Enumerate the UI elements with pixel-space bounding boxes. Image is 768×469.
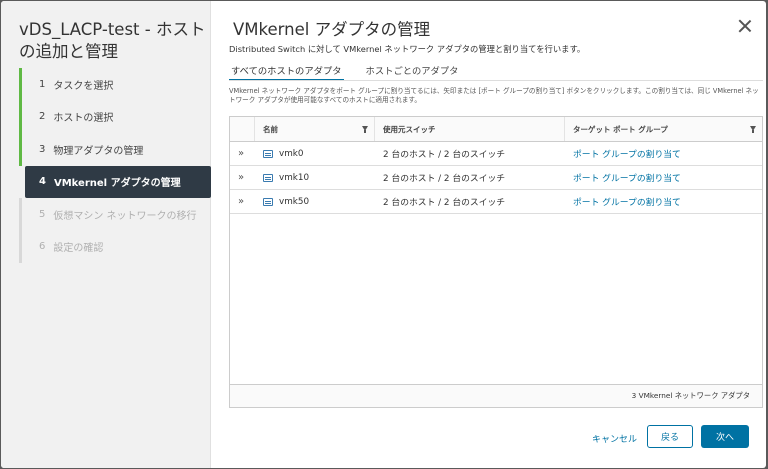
step-label: 仮想マシン ネットワークの移行: [53, 210, 197, 222]
cancel-button[interactable]: キャンセル: [592, 432, 637, 445]
step-number: 4: [39, 176, 46, 188]
step-select-task[interactable]: 1 タスクを選択: [19, 68, 211, 101]
step-ready-to-complete: 6 設定の確認: [19, 230, 211, 263]
switch-cell: 2 台のホスト / 2 台のスイッチ: [383, 198, 506, 208]
wizard-content: VMkernel アダプタの管理 Distributed Switch に対して…: [211, 1, 766, 468]
adapter-name-cell: vmk10: [255, 166, 375, 189]
step-manage-vmkernel-adapters[interactable]: 4 VMkernel アダプタの管理: [25, 165, 211, 198]
table-row[interactable]: » vmk0 2 台のホスト / 2 台のスイッチ ポート グループの割り当て: [230, 142, 762, 166]
item-count: 3 VMkernel ネットワーク アダプタ: [631, 391, 750, 400]
grid-footer: 3 VMkernel ネットワーク アダプタ: [230, 384, 762, 407]
step-number: 5: [39, 208, 46, 220]
close-icon[interactable]: [738, 19, 752, 33]
expand-row-icon[interactable]: »: [230, 142, 255, 165]
network-adapter-icon: [263, 149, 273, 158]
step-number: 3: [39, 143, 46, 155]
page-title: VMkernel アダプタの管理: [233, 20, 431, 39]
adapter-tabs: すべてのホストのアダプタ ホストごとのアダプタ: [229, 61, 480, 81]
step-label: 物理アダプタの管理: [53, 145, 144, 157]
step-migrate-vm-networking: 5 仮想マシン ネットワークの移行: [19, 198, 211, 231]
column-header-name[interactable]: 名前: [255, 117, 375, 141]
expand-row-icon[interactable]: »: [230, 166, 255, 189]
port-group-cell: ポート グループの割り当て: [565, 190, 762, 213]
adapter-name-cell: vmk50: [255, 190, 375, 213]
assign-port-group-link[interactable]: ポート グループの割り当て: [573, 195, 681, 208]
step-manage-physical-adapters[interactable]: 3 物理アダプタの管理: [19, 133, 211, 166]
adapter-name: vmk50: [279, 196, 310, 207]
step-label: タスクを選択: [53, 80, 114, 92]
column-header-label: ターゲット ポート グループ: [573, 124, 668, 134]
step-number: 2: [39, 111, 46, 123]
column-header-label: 名前: [263, 124, 278, 134]
port-group-cell: ポート グループの割り当て: [565, 166, 762, 189]
switch-cell: 2 台のホスト / 2 台のスイッチ: [383, 150, 506, 160]
instructions-text: VMkernel ネットワーク アダプタをポート グループに割り当てるには、矢印…: [229, 87, 759, 104]
expand-row-icon[interactable]: »: [230, 190, 255, 213]
column-header-label: 使用元スイッチ: [383, 124, 436, 134]
step-number: 6: [39, 241, 46, 253]
adapter-name-cell: vmk0: [255, 142, 375, 165]
assign-port-group-link[interactable]: ポート グループの割り当て: [573, 147, 681, 160]
back-button[interactable]: 戻る: [647, 425, 693, 448]
step-label: ホストの選択: [53, 113, 114, 125]
step-number: 1: [39, 78, 46, 90]
wizard-sidebar: vDS_LACP-test - ホストの追加と管理 1 タスクを選択 2 ホスト…: [1, 1, 211, 468]
step-label: VMkernel アダプタの管理: [53, 178, 181, 190]
wizard-title: vDS_LACP-test - ホストの追加と管理: [19, 20, 206, 61]
port-group-cell: ポート グループの割り当て: [565, 142, 762, 165]
column-header-port-group[interactable]: ターゲット ポート グループ: [565, 117, 762, 141]
grid-header: 名前 使用元スイッチ ターゲット ポート グループ: [230, 117, 762, 142]
column-header-switch[interactable]: 使用元スイッチ: [375, 117, 565, 141]
tab-per-host-adapters[interactable]: ホストごとのアダプタ: [364, 61, 461, 81]
switch-cell: 2 台のホスト / 2 台のスイッチ: [383, 174, 506, 184]
filter-icon[interactable]: [750, 126, 756, 133]
tab-all-hosts-adapters[interactable]: すべてのホストのアダプタ: [229, 61, 344, 81]
step-label: 設定の確認: [53, 243, 104, 255]
adapter-name: vmk0: [279, 148, 304, 159]
assign-port-group-link[interactable]: ポート グループの割り当て: [573, 171, 681, 184]
network-adapter-icon: [263, 173, 273, 182]
adapter-name: vmk10: [279, 172, 310, 183]
next-button[interactable]: 次へ: [701, 425, 749, 448]
wizard-steps: 1 タスクを選択 2 ホストの選択 3 物理アダプタの管理 4 VMkernel…: [19, 68, 211, 263]
tab-divider: [229, 80, 763, 81]
expand-column-header: [230, 117, 255, 141]
page-subtitle: Distributed Switch に対して VMkernel ネットワーク …: [229, 44, 586, 54]
wizard-dialog: vDS_LACP-test - ホストの追加と管理 1 タスクを選択 2 ホスト…: [1, 1, 766, 468]
table-row[interactable]: » vmk50 2 台のホスト / 2 台のスイッチ ポート グループの割り当て: [230, 190, 762, 214]
filter-icon[interactable]: [362, 126, 368, 133]
vmkernel-adapter-grid: 名前 使用元スイッチ ターゲット ポート グループ » vmk0 2 台のホスト…: [229, 116, 763, 408]
network-adapter-icon: [263, 197, 273, 206]
step-select-hosts[interactable]: 2 ホストの選択: [19, 100, 211, 133]
table-row[interactable]: » vmk10 2 台のホスト / 2 台のスイッチ ポート グループの割り当て: [230, 166, 762, 190]
